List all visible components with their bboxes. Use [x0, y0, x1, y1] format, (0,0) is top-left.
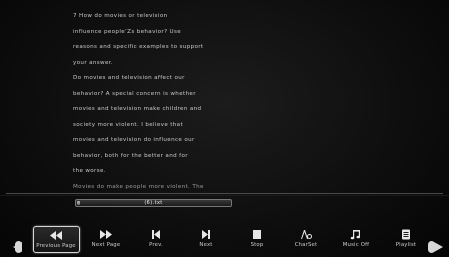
music-off-button[interactable]: Music Off: [333, 226, 380, 253]
playlist-button[interactable]: Playlist: [383, 226, 430, 253]
stop-button[interactable]: Stop: [234, 226, 281, 253]
skip-back-icon: [149, 229, 163, 240]
text-line: reasons and specific examples to support: [73, 44, 204, 50]
next-page-button[interactable]: Next Page: [83, 226, 130, 253]
stop-label: Stop: [250, 242, 264, 248]
prev-button[interactable]: Prev.: [133, 226, 180, 253]
text-line: behavior, both for the better and for: [73, 152, 188, 159]
next-button[interactable]: Next: [183, 226, 230, 253]
charset-label: CharSet: [294, 242, 318, 248]
playlist-icon: [399, 229, 413, 240]
file-name-label: (6).txt: [144, 200, 163, 206]
fast-backward-icon: [49, 230, 63, 241]
prev-label: Prev.: [149, 242, 163, 248]
text-line: movies and television do influence our: [73, 137, 195, 143]
toolbar-divider-shadow: [0, 195, 449, 196]
charset-icon: [299, 229, 313, 240]
text-line: the worse.: [73, 168, 106, 174]
music-note-icon: [349, 229, 363, 240]
previous-page-button[interactable]: Previous Page: [32, 226, 80, 253]
text-line: movies and television make children and: [73, 106, 202, 112]
skip-forward-icon: [199, 229, 213, 240]
fast-forward-icon: [99, 229, 113, 240]
previous-page-label: Previous Page: [36, 243, 76, 249]
text-line: 7 How do movies or television: [73, 13, 168, 19]
charset-button[interactable]: CharSet: [283, 226, 330, 253]
playlist-label: Playlist: [395, 242, 417, 248]
stop-icon: [250, 229, 264, 240]
reader-screen: 7 How do movies or television influence p…: [0, 0, 449, 257]
text-line: influence people’Zs behavior? Use: [73, 28, 182, 35]
next-label: Next: [199, 242, 213, 248]
document-text: 7 How do movies or television influence p…: [73, 9, 223, 195]
text-line: Do movies and television affect our: [73, 75, 185, 81]
text-line: society more violent. I believe that: [73, 121, 183, 128]
next-page-label: Next Page: [91, 242, 121, 248]
file-progress-bar[interactable]: (6).txt: [75, 199, 232, 207]
text-line: your answer.: [73, 59, 114, 66]
player-toolbar: Previous Page Next Page Prev. Next Stop CharS…: [0, 222, 449, 257]
toolbar-divider: [6, 193, 443, 194]
text-line: behavior? A special concern is whether: [73, 90, 196, 97]
music-off-label: Music Off: [342, 242, 370, 248]
